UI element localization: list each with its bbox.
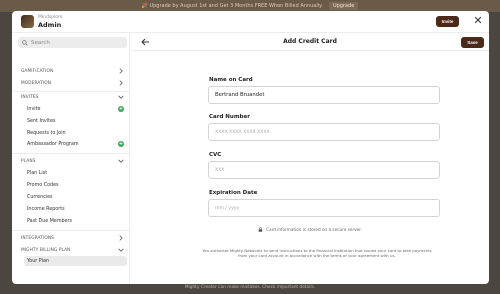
section-label: PLANS — [21, 158, 36, 164]
section-label: GAMIFICATION — [21, 68, 54, 74]
invite-button[interactable]: Invite — [436, 16, 459, 27]
sidebar-item-promo-codes[interactable]: Promo Codes — [12, 180, 130, 190]
divider — [12, 153, 130, 154]
upgrade-link[interactable]: Upgrade — [328, 2, 359, 10]
name-on-card-field[interactable]: Bertrand Bruandet — [208, 86, 440, 104]
sidebar-item-label: Ambassador Program — [27, 141, 79, 147]
search-box[interactable] — [18, 37, 127, 48]
modal-header: Mindsplore Admin Invite ✕ — [12, 11, 489, 33]
sidebar-item-past-due-members[interactable]: Past Due Members — [12, 216, 130, 226]
plus-icon[interactable]: + — [118, 106, 124, 112]
search-input[interactable] — [31, 39, 121, 46]
sidebar-item-ambassador-program[interactable]: Ambassador Program + — [12, 139, 130, 149]
expiration-date-field[interactable]: mm / yyyy — [208, 199, 440, 217]
settings-modal: Mindsplore Admin Invite ✕ GAMIFICATION M… — [12, 11, 489, 284]
sidebar-item-plan-list[interactable]: Plan List — [12, 168, 130, 178]
card-number-label: Card Number — [209, 114, 250, 120]
app-role: Admin — [38, 21, 62, 29]
section-label: INVITES — [21, 94, 39, 100]
lock-icon — [258, 227, 263, 232]
sidebar-item-label: Plan List — [27, 170, 48, 176]
sidebar-item-label: Invite — [27, 106, 41, 112]
chevron-right-icon — [119, 235, 123, 241]
close-icon[interactable]: ✕ — [472, 15, 484, 27]
sidebar-item-income-reports[interactable]: Income Reports — [12, 204, 130, 214]
sidebar-section-gamification[interactable]: GAMIFICATION — [12, 66, 130, 76]
sidebar-item-label: Requests to Join — [27, 130, 66, 136]
expiration-date-label: Expiration Date — [209, 190, 258, 196]
sidebar-item-label: Currencies — [27, 194, 53, 200]
sidebar-item-invite[interactable]: Invite + — [12, 104, 130, 114]
section-label: INTEGRATIONS — [21, 235, 54, 241]
chevron-right-icon — [119, 80, 123, 86]
sidebar-item-label: Past Due Members — [27, 218, 72, 224]
plus-icon[interactable]: + — [118, 141, 124, 147]
secure-note-text: Card information is stored on a secure s… — [266, 227, 362, 232]
sidebar-item-currencies[interactable]: Currencies — [12, 192, 130, 202]
sidebar-section-mighty-billing-plan[interactable]: MIGHTY BILLING PLAN — [12, 245, 130, 255]
cvc-label: CVC — [209, 152, 222, 158]
sidebar-section-integrations[interactable]: INTEGRATIONS — [12, 233, 130, 243]
save-button[interactable]: Save — [461, 37, 484, 48]
secure-note: Card information is stored on a secure s… — [131, 227, 489, 232]
chevron-down-icon — [118, 159, 124, 163]
sidebar-item-label: Promo Codes — [27, 182, 59, 188]
search-icon — [22, 39, 28, 46]
main-toolbar: Add Credit Card Save — [131, 33, 489, 51]
sidebar-item-requests-to-join[interactable]: Requests to Join — [12, 128, 130, 138]
sidebar-section-moderation[interactable]: MODERATION — [12, 78, 130, 88]
app-logo — [21, 15, 34, 28]
main-panel: Add Credit Card Save Name on Card Bertra… — [131, 33, 489, 284]
promo-text: 🎉 Upgrade by August 1st and Get 3 Months… — [141, 3, 323, 9]
sidebar-item-label: Your Plan — [27, 258, 49, 264]
chevron-right-icon — [119, 68, 123, 74]
section-label: MODERATION — [21, 80, 52, 86]
chevron-down-icon — [118, 248, 124, 252]
divider — [12, 230, 130, 231]
sidebar-section-invites[interactable]: INVITES — [12, 92, 130, 102]
app-name: Mindsplore — [38, 15, 63, 20]
card-number-field[interactable]: XXXX XXXX XXXX XXXX — [208, 123, 440, 141]
sidebar-item-label: Income Reports — [27, 206, 65, 212]
sidebar: GAMIFICATION MODERATION INVITES Invite +… — [12, 33, 130, 284]
section-label: MIGHTY BILLING PLAN — [21, 247, 71, 253]
sidebar-item-label: Sent Invites — [27, 118, 56, 124]
sidebar-section-plans[interactable]: PLANS — [12, 156, 130, 166]
cvc-field[interactable]: XXX — [208, 161, 440, 179]
chevron-down-icon — [118, 95, 124, 99]
footer-note: Mighty Creator can make mistakes. Check … — [184, 285, 316, 290]
page-title: Add Credit Card — [283, 38, 337, 45]
name-on-card-label: Name on Card — [209, 77, 253, 83]
authorization-text: You authorize Mighty Networks to send in… — [202, 248, 432, 259]
sidebar-item-sent-invites[interactable]: Sent Invites — [12, 116, 130, 126]
sidebar-item-your-plan[interactable]: Your Plan — [24, 256, 127, 266]
